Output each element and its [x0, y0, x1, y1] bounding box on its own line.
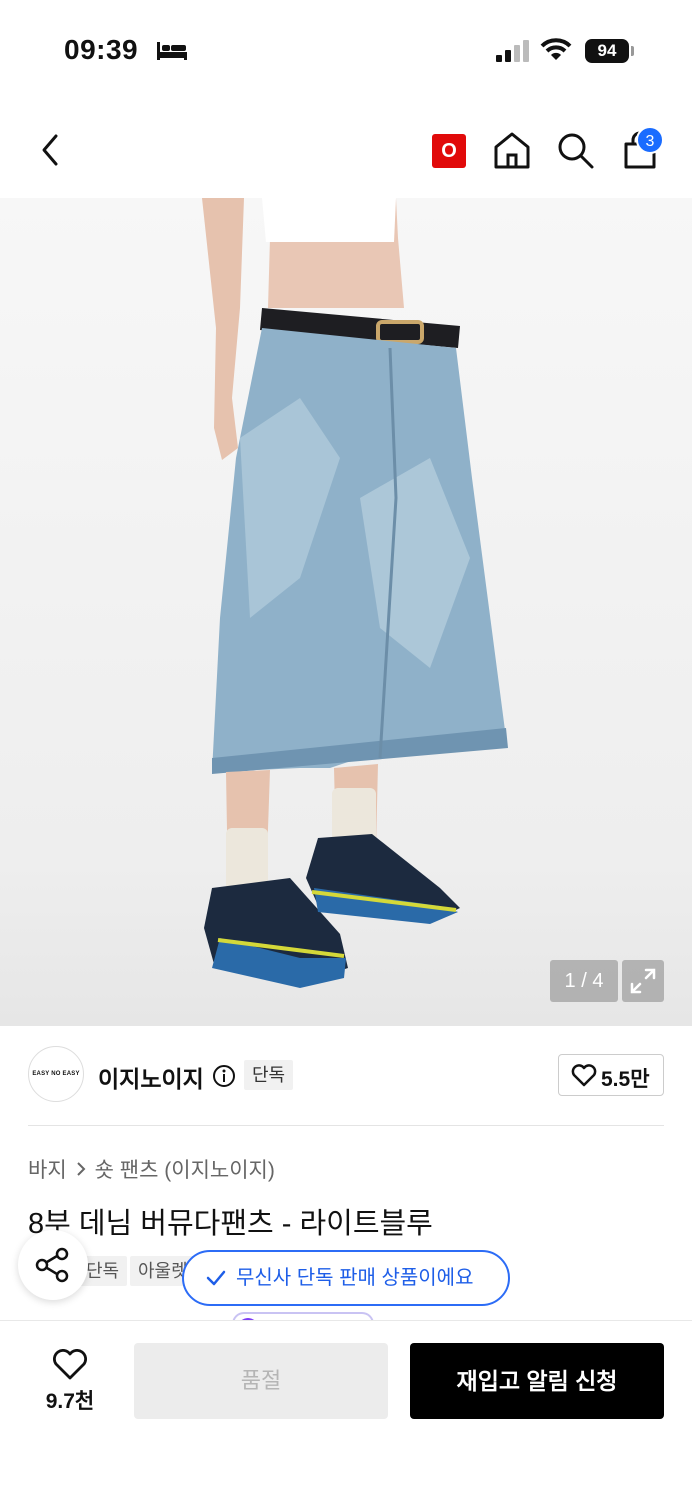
share-icon [35, 1247, 69, 1283]
breadcrumb-sub-category[interactable]: 숏 팬츠 (이지노이지) [95, 1154, 275, 1184]
breadcrumb-category[interactable]: 바지 [28, 1154, 67, 1184]
brand-like-button[interactable]: 5.5만 [558, 1054, 664, 1096]
wifi-icon [540, 38, 572, 60]
cart-count-badge: 3 [636, 126, 664, 154]
soldout-button: 품절 [134, 1343, 388, 1419]
search-icon[interactable] [555, 130, 595, 170]
fullscreen-button[interactable] [622, 960, 664, 1002]
expand-icon [630, 968, 656, 994]
bed-icon [157, 42, 187, 60]
chevron-right-icon [76, 1162, 86, 1176]
product-image-gallery[interactable]: 1 / 4 [0, 198, 692, 1026]
section-divider [28, 1125, 664, 1126]
brand-logo[interactable]: EASY NO EASY [28, 1046, 84, 1102]
brand-name[interactable]: 이지노이지 [98, 1060, 204, 1094]
heart-icon[interactable] [52, 1349, 88, 1381]
heart-outline-icon [571, 1064, 597, 1087]
status-time: 09:39 [64, 34, 139, 65]
status-bar: 09:39 94 [0, 0, 692, 100]
battery-indicator: 94 [585, 39, 629, 63]
product-photo-jeans [202, 198, 508, 988]
musinsa-o-button[interactable]: O [432, 134, 466, 168]
top-nav-bar: O [0, 110, 692, 190]
back-arrow-icon[interactable] [30, 128, 70, 172]
brand-like-count: 5.5만 [601, 1068, 650, 1091]
toast-text: 무신사 단독 판매 상품이에요 [236, 1267, 474, 1289]
wish-count: 9.7천 [45, 1390, 95, 1413]
breadcrumb: 바지 숏 팬츠 (이지노이지) [28, 1154, 275, 1184]
product-title: 8부 데님 버뮤다팬츠 - 라이트블루 [28, 1208, 433, 1240]
check-icon [206, 1270, 226, 1286]
brand-row: EASY NO EASY 이지노이지 단독 5.5만 [0, 1026, 692, 1126]
bottom-action-bar: 9.7천 품절 재입고 알림 신청 [0, 1320, 692, 1500]
info-icon[interactable] [212, 1064, 236, 1088]
exclusive-toast: 무신사 단독 판매 상품이에요 [182, 1250, 510, 1306]
home-icon[interactable] [492, 130, 532, 170]
restock-alert-button[interactable]: 재입고 알림 신청 [410, 1343, 664, 1419]
cellular-signal-icon [496, 40, 529, 62]
image-counter: 1 / 4 [550, 960, 618, 1002]
share-button[interactable] [18, 1230, 88, 1300]
exclusive-badge: 단독 [244, 1060, 294, 1090]
battery-tip [631, 46, 634, 56]
